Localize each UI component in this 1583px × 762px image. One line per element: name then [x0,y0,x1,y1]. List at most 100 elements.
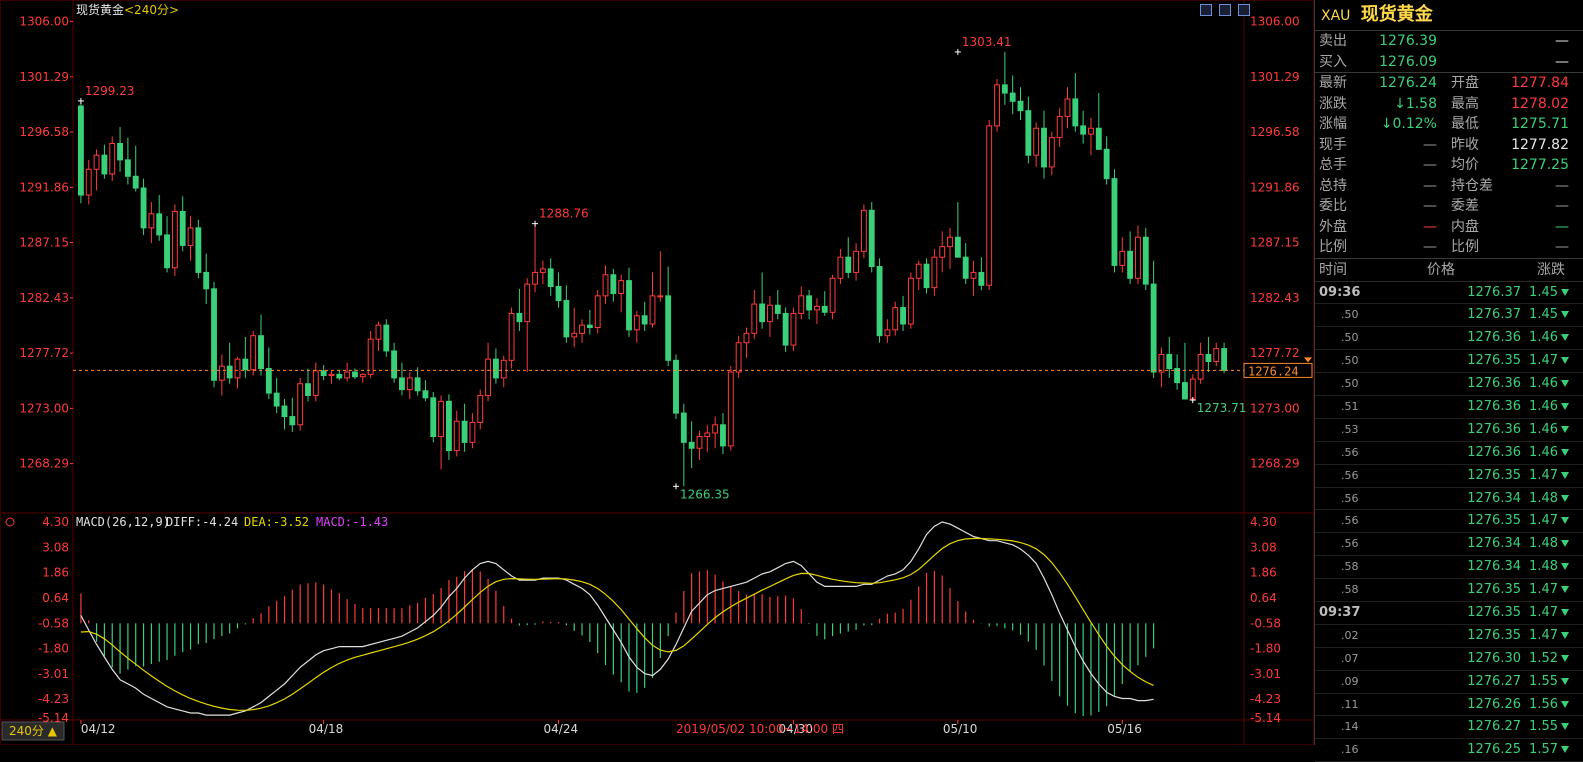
candle-body [1190,379,1195,399]
candle-body [713,425,718,433]
candle-body [266,369,271,394]
candle-body [627,281,632,330]
quote-label: 昨收 [1451,135,1479,156]
candle-body [611,275,616,294]
date-label: 2019/05/02 10:00~14:00 四 [676,722,844,736]
candle-body [963,257,968,278]
tick-change: 1.48 [1523,533,1569,555]
quote-label: 比例 [1451,237,1479,258]
candle-body [728,372,733,446]
price-tick-label: 1273.00 [1250,401,1300,415]
macd-tick-label: -1.80 [1250,642,1281,656]
candle-body [815,306,820,310]
candle-body [1010,93,1015,101]
down-arrow-icon [1561,403,1569,410]
candle-body [807,296,812,310]
close-icon[interactable] [1238,4,1250,16]
tick-row: .501276.361.46 [1315,327,1583,350]
panel-name: 现货黄金 [1361,4,1433,25]
window-controls[interactable] [1200,1,1252,20]
chart-period: <240分> [124,3,179,17]
candle-body [431,398,436,437]
macd-tick-label: 3.08 [1250,540,1277,554]
candle-body [736,343,741,372]
candle-body [971,272,976,278]
tick-row: .111276.261.56 [1315,694,1583,717]
quote-row: 卖出1276.39— [1315,31,1583,52]
tick-row: .501276.371.45 [1315,304,1583,327]
candle-body [1214,349,1219,362]
macd-value-label: MACD:-1.43 [316,515,388,529]
price-tick-label: 1296.58 [1250,125,1300,139]
down-arrow-icon [1561,701,1569,708]
macd-tick-label: -4.23 [38,692,69,706]
candle-body [509,313,514,360]
tick-row: .071276.301.52 [1315,648,1583,671]
down-arrow-icon [1561,540,1569,547]
candle-body [603,275,608,296]
price-tick-label: 1268.29 [19,457,69,471]
candle-body [227,366,232,378]
macd-tick-label: -4.23 [1250,692,1281,706]
panel-symbol: XAU [1321,8,1350,24]
quote-label: 最新 [1319,73,1347,94]
tick-list[interactable]: 09:361276.371.45.501276.371.45.501276.36… [1315,282,1583,762]
candle-body [1222,349,1227,371]
price-tick-label: 1306.00 [19,15,69,29]
candle-body [634,316,639,330]
quote-label: 现手 [1319,135,1347,156]
price-tick-label: 1296.58 [19,125,69,139]
candle-body [846,257,851,272]
candle-body [642,316,647,324]
candle-body [392,351,397,378]
tick-time: .56 [1341,442,1359,464]
candle-body [783,313,788,345]
candle-body [493,359,498,378]
down-arrow-icon [1561,563,1569,570]
candle-body [540,269,545,273]
macd-tick-label: -5.14 [38,711,69,725]
candle-body [400,378,405,390]
tick-row: .021276.351.47 [1315,625,1583,648]
candle-body [760,304,765,322]
quote-label: 均价 [1451,155,1479,176]
candle-body [666,296,671,360]
candlestick-chart[interactable]: 1306.001306.001301.291301.291296.581296.… [0,0,1314,745]
quote-label: 卖出 [1319,31,1347,52]
macd-tick-label: 4.30 [1250,515,1277,529]
tick-row: .581276.351.47 [1315,579,1583,602]
tick-price: 1276.36 [1403,396,1521,418]
candle-body [102,155,107,174]
tick-change: 1.46 [1523,327,1569,349]
quote-row: 涨幅↓0.12%最低1275.71 [1315,114,1583,135]
x-tick-label: 04/12 [81,722,116,736]
price-tick-label: 1287.15 [1250,236,1300,250]
candle-body [924,264,929,287]
restore-icon[interactable] [1200,4,1212,16]
tick-change: 1.47 [1523,465,1569,487]
chart-area[interactable]: 1306.001306.001301.291301.291296.581296.… [0,0,1314,745]
quote-value: 1277.25 [1495,155,1569,176]
candle-body [353,372,358,377]
quote-label: 比例 [1319,237,1347,258]
candle-body [752,304,757,333]
tick-time: .56 [1341,488,1359,510]
candle-body [118,143,123,159]
macd-tick-label: 0.64 [42,591,69,605]
tick-row: .501276.351.47 [1315,350,1583,373]
down-arrow-icon [1561,495,1569,502]
candle-body [470,422,475,442]
candle-body [86,169,91,195]
candle-body [1198,354,1203,379]
candle-body [705,433,710,437]
candle-body [212,289,217,380]
candle-body [869,210,874,266]
dea-line [81,539,1154,711]
candle-body [306,384,311,396]
quote-value: — [1495,52,1569,73]
tick-price: 1276.37 [1403,304,1521,326]
maximize-icon[interactable] [1219,4,1231,16]
candle-body [791,313,796,345]
candle-body [259,336,264,369]
annotation-label: 1303.41 [962,35,1012,49]
